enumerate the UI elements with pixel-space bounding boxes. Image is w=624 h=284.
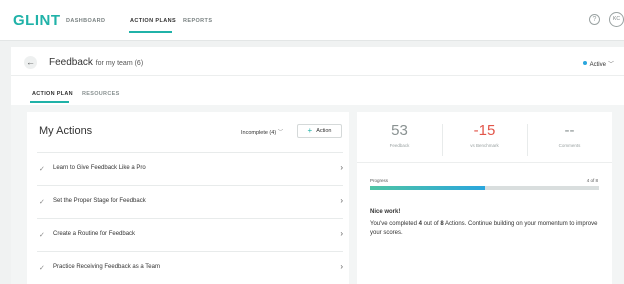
action-row[interactable]: ✓ Set the Proper Stage for Feedback ›: [37, 185, 343, 218]
divider: [11, 75, 624, 76]
stat-value: -15: [473, 122, 496, 139]
summary-panel: 53 Feedback -15 vs Benchmark -- Comments…: [357, 112, 612, 284]
action-label: Practice Receiving Feedback as a Team: [53, 264, 160, 270]
chevron-down-icon: ﹀: [277, 130, 284, 136]
stat-label: vs Benchmark: [470, 143, 499, 148]
progress-bar-fill: [370, 186, 485, 190]
check-icon: ✓: [39, 199, 45, 206]
stat-label: Feedback: [389, 143, 410, 148]
filter-label: Incomplete (4): [241, 130, 277, 136]
page-title-suffix: for my team (6): [95, 60, 144, 67]
progress-count: 4 of 8: [586, 178, 598, 183]
message-body: You've completed 4 out of 8 Actions. Con…: [370, 220, 602, 238]
nav-dashboard[interactable]: DASHBOARD: [66, 18, 105, 24]
filter-dropdown[interactable]: Incomplete (4) ﹀: [241, 128, 283, 136]
chevron-down-icon: ﹀: [607, 62, 614, 68]
action-label: Create a Routine for Feedback: [53, 231, 136, 237]
tab-active-indicator: [30, 101, 69, 103]
glint-logo[interactable]: GLINT: [13, 12, 61, 29]
message-heading: Nice work!: [370, 209, 401, 215]
check-icon: ✓: [39, 166, 45, 173]
nav-action-plans[interactable]: ACTION PLANS: [130, 18, 176, 24]
add-action-button[interactable]: + Action: [297, 124, 342, 138]
status-dot-icon: [582, 61, 587, 65]
stat-value: 53: [391, 122, 408, 139]
progress-bar: [370, 186, 599, 190]
my-actions-title: My Actions: [39, 125, 93, 137]
chevron-right-icon: ›: [340, 163, 343, 172]
message-text: You've completed: [370, 221, 419, 227]
divider: [357, 162, 612, 163]
stat-value: --: [564, 122, 575, 139]
help-icon[interactable]: ?: [589, 14, 600, 25]
back-arrow-icon[interactable]: ←: [24, 56, 37, 69]
chevron-right-icon: ›: [340, 196, 343, 205]
check-icon: ✓: [39, 232, 45, 239]
action-row[interactable]: ✓ Practice Receiving Feedback as a Team …: [37, 251, 343, 284]
check-icon: ✓: [39, 265, 45, 272]
page-title-main: Feedback: [49, 57, 93, 68]
stat-feedback: 53 Feedback: [357, 122, 442, 148]
message-text: out of: [421, 221, 441, 227]
stat-comments: -- Comments: [527, 122, 612, 148]
chevron-right-icon: ›: [340, 229, 343, 238]
action-label: Set the Proper Stage for Feedback: [53, 198, 146, 204]
action-label: Learn to Give Feedback Like a Pro: [53, 165, 146, 171]
my-actions-panel: My Actions Incomplete (4) ﹀ + Action ✓ Le…: [27, 112, 349, 284]
status-dropdown[interactable]: Active ﹀: [582, 59, 614, 68]
nav-reports[interactable]: REPORTS: [183, 18, 212, 24]
tab-resources[interactable]: RESOURCES: [82, 91, 120, 97]
progress-label: Progress: [370, 178, 389, 183]
top-nav: GLINT DASHBOARD ACTION PLANS REPORTS ? K…: [0, 0, 624, 41]
action-row[interactable]: ✓ Learn to Give Feedback Like a Pro ›: [37, 152, 343, 185]
chevron-right-icon: ›: [340, 262, 343, 271]
stat-vs-benchmark: -15 vs Benchmark: [442, 122, 527, 148]
action-row[interactable]: ✓ Create a Routine for Feedback ›: [37, 218, 343, 251]
stat-label: Comments: [558, 143, 581, 148]
plus-icon: +: [307, 126, 313, 135]
nav-active-indicator: [129, 31, 172, 33]
tab-action-plan[interactable]: ACTION PLAN: [32, 91, 73, 97]
avatar[interactable]: KC: [609, 12, 624, 27]
page-title: Feedback for my team (6): [49, 57, 143, 68]
add-action-label: Action: [316, 128, 332, 134]
status-label: Active: [589, 62, 606, 68]
